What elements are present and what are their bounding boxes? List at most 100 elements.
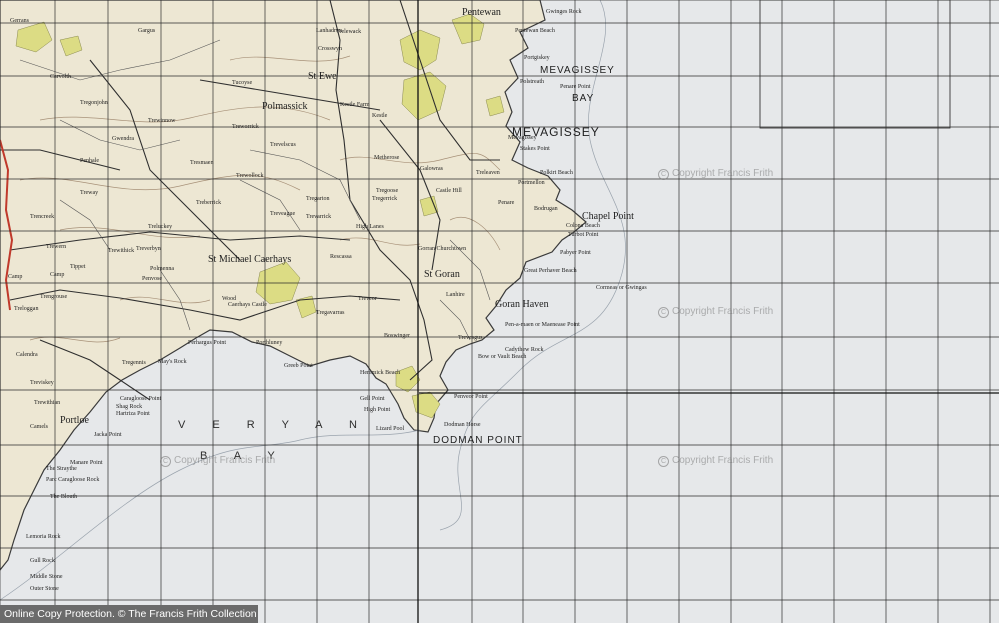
place-label: Treveague — [270, 211, 296, 217]
place-label: The Blouth — [50, 494, 78, 500]
place-label: Cormeas or Gwingas — [596, 285, 647, 291]
place-label: Boswinger — [384, 333, 410, 339]
place-label: Greeb Point — [284, 363, 313, 369]
place-label: Tregennis — [122, 360, 146, 366]
copyright-footer: Online Copy Protection. © The Francis Fr… — [0, 605, 258, 623]
place-label: Gorran Churchtown — [418, 246, 467, 252]
place-label: Polstreath — [520, 79, 544, 85]
place-label: Treveor — [358, 296, 377, 302]
copyright-icon: C — [658, 307, 669, 318]
place-label: Great Perhaver Beach — [524, 268, 577, 274]
place-label: St Michael Caerhays — [208, 254, 292, 265]
place-label: Parc Caragloose Rock — [46, 477, 100, 483]
place-label: Bodrugan — [534, 206, 558, 212]
place-label: Portgiskey — [524, 55, 550, 61]
place-label: Treloggan — [14, 306, 39, 312]
place-label: Gwendra — [112, 136, 134, 142]
place-label: Galowras — [420, 166, 443, 172]
copyright-icon: C — [160, 456, 171, 467]
place-label: BAY — [572, 93, 595, 104]
place-label: Trewinnow — [148, 118, 176, 124]
place-label: Mevagissey — [508, 135, 537, 141]
place-label: Middle Stone — [30, 574, 63, 580]
place-label: Trevarrick — [306, 214, 332, 220]
place-label: Polmassick — [262, 101, 308, 112]
place-label: DODMAN POINT — [433, 435, 523, 446]
place-label: Metherose — [374, 155, 400, 161]
place-label: Tregerrick — [372, 196, 398, 202]
place-label: Lanhire — [446, 292, 465, 298]
place-label: Porthluney — [256, 340, 283, 346]
map-base-layer — [0, 0, 999, 623]
place-label: Trewern — [46, 244, 67, 250]
place-label: Tregarton — [306, 196, 330, 202]
place-label: Pen-a-maen or Maenease Point — [505, 322, 580, 328]
place-label: Kestle — [372, 113, 388, 119]
watermark-1: C Copyright Francis Frith — [658, 168, 773, 180]
place-label: Kestle Farm — [340, 102, 370, 108]
place-label: Gell Point — [360, 396, 385, 402]
place-label: Dodman Horse — [444, 422, 481, 428]
place-label: Pentewan Beach — [515, 28, 555, 34]
place-label: Trevesgus — [458, 335, 483, 341]
place-label: Stakes Point — [520, 146, 550, 152]
place-label: Penare Point — [560, 84, 591, 90]
place-label: Treluckey — [148, 224, 173, 230]
place-label: Bow or Vault Beach — [478, 354, 527, 360]
place-label: Turbot Point — [568, 232, 599, 238]
place-label: Treviskey — [30, 380, 54, 386]
watermark-4: C Copyright Francis Frith — [160, 455, 275, 467]
copyright-icon: C — [658, 456, 669, 467]
place-label: Portmellon — [518, 180, 545, 186]
place-label: Pentewan — [462, 7, 501, 18]
map-canvas[interactable]: Pentewan Pentewan Beach Gwinges Rock Portgi… — [0, 0, 999, 623]
place-label: Perhargus Point — [188, 340, 227, 346]
place-label: Caragloose Point — [120, 396, 162, 402]
place-label: Penhale — [80, 158, 99, 164]
place-label: Crosswyn — [318, 46, 343, 52]
place-label: Trengrouse — [40, 294, 68, 300]
place-label: Polkirt Beach — [540, 170, 573, 176]
copyright-icon: C — [658, 169, 669, 180]
place-label: Tucoyse — [232, 80, 253, 86]
place-label: Gull Rock — [30, 558, 55, 564]
place-label: Trevelscus — [270, 142, 296, 148]
place-label: May's Rock — [158, 359, 187, 365]
place-label: Tippet — [70, 264, 86, 270]
watermark-2: C Copyright Francis Frith — [658, 306, 773, 318]
place-label: High Point — [364, 407, 391, 413]
place-label: Gerrans — [10, 18, 29, 24]
watermark-3: C Copyright Francis Frith — [658, 455, 773, 467]
place-label: Treleaven — [476, 170, 500, 176]
place-label: Shag Rock — [116, 404, 143, 410]
place-label: Carvolth — [50, 74, 71, 80]
place-label: Penare — [498, 200, 515, 206]
place-label: Trewithick — [108, 248, 135, 254]
sea-label-veryan: V E R Y A N — [178, 419, 369, 431]
place-label: Hartriza Point — [116, 411, 150, 417]
place-label: Jacka Point — [94, 432, 122, 438]
place-label: Trelewack — [336, 29, 362, 35]
place-label: Tregavarras — [316, 310, 345, 316]
place-label: Lemoria Rock — [26, 534, 61, 540]
place-label: Calendra — [16, 352, 38, 358]
place-label: Lizard Pool — [376, 426, 405, 432]
place-label: Cadythew Rock — [505, 347, 544, 353]
place-label: Trewithian — [34, 400, 61, 406]
place-label: Outer Stone — [30, 586, 59, 592]
place-label: Portloe — [60, 415, 89, 426]
place-label: The Straythe — [46, 466, 77, 472]
place-label: Penveor Point — [454, 394, 488, 400]
place-label: Hemmick Beach — [360, 370, 401, 376]
place-label: Castle Hill — [436, 188, 462, 194]
place-label: Treworrick — [232, 124, 259, 130]
place-label: Treverbyn — [136, 246, 161, 252]
place-label: Trencreek — [30, 214, 55, 220]
place-label: Camels — [30, 424, 48, 430]
place-label: Tregoose — [376, 188, 399, 194]
place-label: MEVAGISSEY — [540, 65, 615, 76]
place-label: Gargus — [138, 28, 156, 34]
place-label: Caerhays Castle — [228, 302, 267, 308]
place-label: Tregonjohn — [80, 100, 108, 106]
place-label: St Goran — [424, 269, 460, 280]
